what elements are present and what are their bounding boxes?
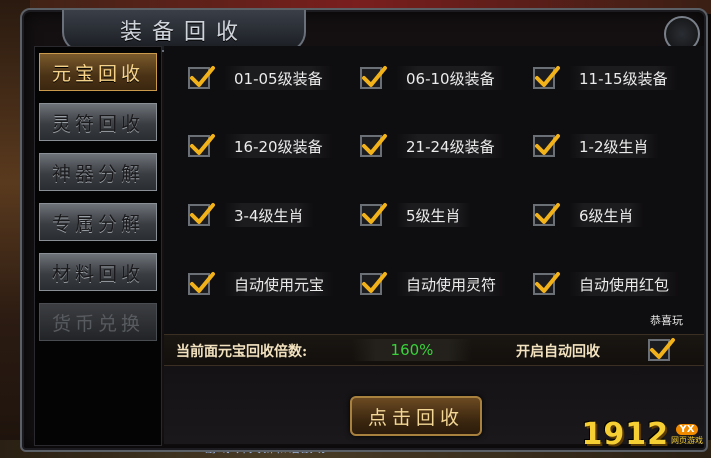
option-checkbox[interactable] — [533, 134, 560, 157]
sidebar-item-label: 专属分解 — [51, 212, 144, 235]
option-label: 自动使用红包 — [569, 272, 680, 296]
gold-checkmark-icon — [535, 272, 560, 293]
logo-side: YX 网页游戏 — [671, 423, 703, 446]
option-item: 自动使用元宝 — [188, 270, 335, 298]
sidebar-item-currency-exchange[interactable]: 货币兑换 — [39, 303, 157, 341]
option-label: 21-24级装备 — [396, 134, 505, 158]
sidebar-item-label: 货币兑换 — [51, 312, 144, 335]
gold-checkmark-icon — [362, 134, 387, 155]
option-item: 自动使用灵符 — [360, 270, 507, 298]
auto-recycle-label: 开启自动回收 — [516, 344, 600, 360]
auto-recycle-checkbox[interactable] — [648, 338, 675, 361]
option-checkbox[interactable] — [188, 134, 215, 157]
gold-checkmark-icon — [362, 272, 387, 293]
sidebar-item-lingfu-recycle[interactable]: 灵符回收 — [39, 103, 157, 141]
logo-badge: YX — [675, 423, 699, 435]
sidebar-item-label: 材料回收 — [51, 262, 144, 285]
window-title: 装备回收 — [119, 20, 248, 45]
sidebar-item-label: 元宝回收 — [51, 62, 144, 85]
option-item: 01-05级装备 — [188, 64, 333, 92]
rate-bar: 当前面元宝回收倍数: 160% 开启自动回收 — [164, 334, 704, 366]
option-label: 11-15级装备 — [569, 66, 678, 90]
recycle-window: 装备回收 元宝回收 灵符回收 神器分解 专属分解 材料回收 货币兑换 01-05… — [20, 8, 708, 452]
rate-value-box: 160% — [352, 339, 472, 361]
gold-checkmark-icon — [650, 338, 675, 359]
option-label: 3-4级生肖 — [224, 203, 314, 227]
scrolling-message: 恭喜玩 — [650, 314, 683, 327]
recycle-options-panel: 01-05级装备 06-10级装备 11-15级装备 16-20级装备 21-2… — [164, 46, 704, 444]
option-checkbox[interactable] — [360, 66, 387, 89]
option-item: 21-24级装备 — [360, 132, 505, 160]
rate-label: 当前面元宝回收倍数: — [176, 344, 308, 360]
option-item: 6级生肖 — [533, 201, 644, 229]
gold-checkmark-icon — [190, 272, 215, 293]
option-item: 自动使用红包 — [533, 270, 680, 298]
sidebar-item-artifact-decompose[interactable]: 神器分解 — [39, 153, 157, 191]
option-checkbox[interactable] — [360, 203, 387, 226]
option-checkbox[interactable] — [360, 134, 387, 157]
recycle-button-label: 点击回收 — [367, 406, 464, 429]
gold-checkmark-icon — [535, 203, 560, 224]
option-label: 01-05级装备 — [224, 66, 333, 90]
option-label: 5级生肖 — [396, 203, 471, 227]
option-item: 3-4级生肖 — [188, 201, 314, 229]
logo-sub: 网页游戏 — [671, 435, 703, 445]
site-logo: 1912 YX 网页游戏 — [582, 417, 704, 452]
sidebar-item-yuanbao-recycle[interactable]: 元宝回收 — [39, 53, 157, 91]
sidebar-item-material-recycle[interactable]: 材料回收 — [39, 253, 157, 291]
option-label: 06-10级装备 — [396, 66, 505, 90]
sidebar-item-label: 神器分解 — [51, 162, 144, 185]
option-label: 1-2级生肖 — [569, 134, 659, 158]
option-item: 16-20级装备 — [188, 132, 333, 160]
recycle-button[interactable]: 点击回收 — [350, 396, 482, 436]
option-checkbox[interactable] — [533, 203, 560, 226]
option-item: 11-15级装备 — [533, 64, 678, 92]
option-label: 16-20级装备 — [224, 134, 333, 158]
option-item: 1-2级生肖 — [533, 132, 659, 160]
gold-checkmark-icon — [535, 134, 560, 155]
gold-checkmark-icon — [190, 66, 215, 87]
gold-checkmark-icon — [535, 66, 560, 87]
logo-number: 1912 — [581, 417, 669, 452]
option-label: 6级生肖 — [569, 203, 644, 227]
sidebar-item-label: 灵符回收 — [51, 112, 144, 135]
gold-checkmark-icon — [190, 203, 215, 224]
gold-checkmark-icon — [190, 134, 215, 155]
rate-value: 160% — [390, 341, 434, 359]
option-label: 自动使用灵符 — [396, 272, 507, 296]
gold-checkmark-icon — [362, 66, 387, 87]
option-checkbox[interactable] — [188, 272, 215, 295]
option-checkbox[interactable] — [533, 66, 560, 89]
option-checkbox[interactable] — [360, 272, 387, 295]
sidebar-item-exclusive-decompose[interactable]: 专属分解 — [39, 203, 157, 241]
option-checkbox[interactable] — [188, 203, 215, 226]
gold-checkmark-icon — [362, 203, 387, 224]
option-checkbox[interactable] — [188, 66, 215, 89]
sidebar: 元宝回收 灵符回收 神器分解 专属分解 材料回收 货币兑换 — [34, 46, 162, 446]
option-item: 5级生肖 — [360, 201, 471, 229]
option-label: 自动使用元宝 — [224, 272, 335, 296]
option-item: 06-10级装备 — [360, 64, 505, 92]
option-checkbox[interactable] — [533, 272, 560, 295]
